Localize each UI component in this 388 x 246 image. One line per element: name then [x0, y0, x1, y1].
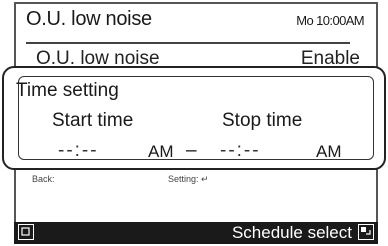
- start-ampm-field[interactable]: AM: [148, 142, 174, 162]
- stop-time-label: Stop time: [222, 110, 303, 131]
- stop-time-field[interactable]: --:--: [220, 140, 261, 162]
- right-function-button-icon[interactable]: [358, 224, 374, 240]
- title-bar: O.U. low noise Mo 10:00AM: [26, 8, 365, 44]
- popup-title: Time setting: [16, 80, 119, 101]
- left-function-button-icon[interactable]: [18, 224, 34, 240]
- hint-back: Back:: [32, 174, 55, 184]
- start-time-field[interactable]: --:--: [58, 140, 99, 162]
- clock-display: Mo 10:00AM: [296, 13, 364, 28]
- hint-setting: Setting: ↵: [168, 174, 209, 185]
- title-divider: [26, 42, 350, 44]
- enter-arrow-icon: ↵: [201, 174, 209, 184]
- stop-ampm-field[interactable]: AM: [316, 142, 342, 162]
- start-time-label: Start time: [52, 110, 134, 131]
- button-hint-row: Back: Setting: ↵: [32, 174, 364, 186]
- time-setting-popup: Time setting Start time Stop time --:-- …: [2, 66, 386, 170]
- time-range-separator: –: [186, 140, 197, 161]
- schedule-select-label[interactable]: Schedule select: [232, 223, 352, 243]
- screen-title: O.U. low noise: [26, 8, 152, 30]
- hint-setting-label: Setting:: [168, 174, 199, 184]
- bottom-function-bar: Schedule select: [14, 222, 378, 244]
